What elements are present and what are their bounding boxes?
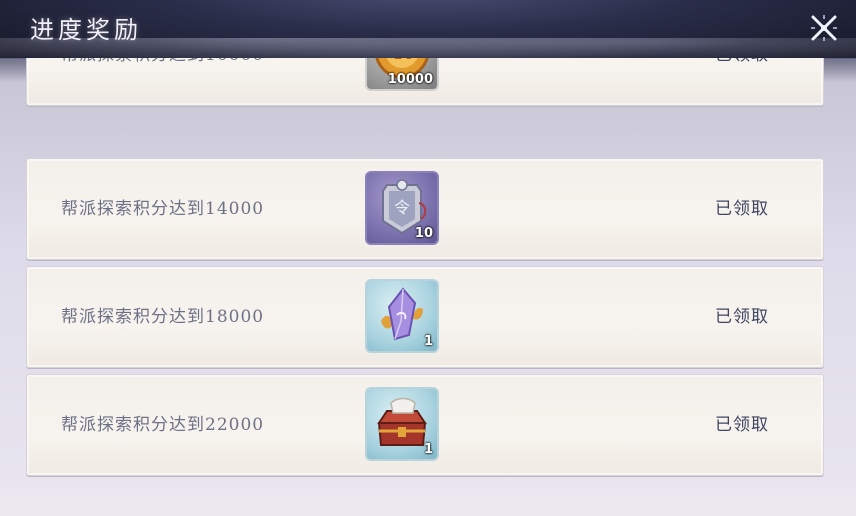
reward-condition: 帮派探索积分达到10000	[61, 58, 264, 105]
close-icon	[811, 15, 837, 41]
reward-quantity: 1	[423, 442, 433, 457]
close-button[interactable]	[806, 10, 842, 46]
claimed-status: 已领取	[715, 199, 769, 219]
reward-row: 帮派探索积分达到18000 1 已领取	[26, 266, 824, 368]
reward-item[interactable]: R 10000	[365, 58, 439, 91]
reward-condition: 帮派探索积分达到14000	[61, 199, 265, 219]
reward-condition: 帮派探索积分达到22000	[61, 415, 265, 435]
reward-quantity: 1	[423, 334, 433, 349]
reward-item[interactable]: 1	[365, 387, 439, 461]
title-bar: 进度奖励	[0, 0, 856, 72]
svg-text:R: R	[394, 58, 412, 65]
panel-title: 进度奖励	[30, 16, 142, 44]
reward-condition: 帮派探索积分达到18000	[61, 307, 265, 327]
reward-row: 帮派探索积分达到22000 1 已领取	[26, 374, 824, 476]
reward-row: 帮派探索积分达到10000 R 10000 已领取	[26, 58, 824, 106]
reward-quantity: 10	[414, 226, 433, 241]
reward-item[interactable]: 1	[365, 279, 439, 353]
claimed-status: 已领取	[715, 58, 769, 105]
reward-row: 帮派探索积分达到14000 令 10 已领取	[26, 158, 824, 260]
bottom-fade	[0, 486, 856, 516]
reward-item[interactable]: 令 10	[365, 171, 439, 245]
reward-quantity: 10000	[387, 72, 433, 87]
reward-list[interactable]: 帮派探索积分达到10000 R 10000 已领取 帮派探索积分达到14000 …	[26, 58, 824, 478]
claimed-status: 已领取	[715, 415, 769, 435]
svg-text:令: 令	[394, 198, 410, 217]
claimed-status: 已领取	[715, 307, 769, 327]
